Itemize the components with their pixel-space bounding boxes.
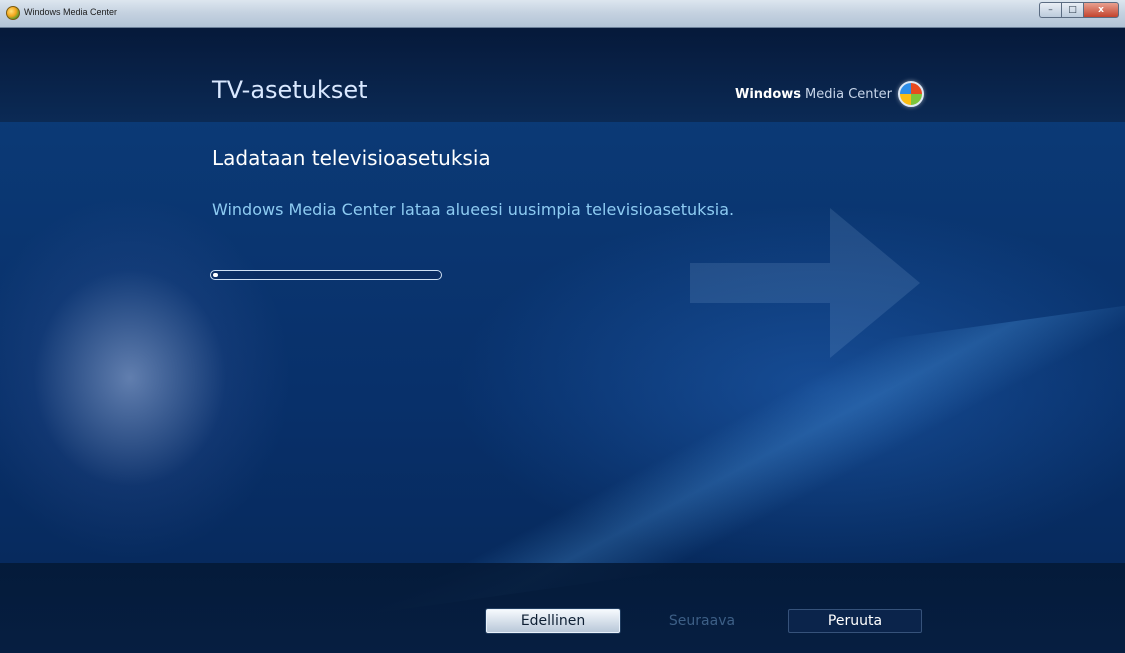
window-controls: – □ x (1039, 2, 1119, 18)
next-button[interactable]: Seuraava (650, 609, 754, 633)
media-center-stage: TV-asetukset Windows Media Center Ladata… (0, 28, 1125, 653)
brand-name-bold: Windows (735, 86, 802, 102)
maximize-button[interactable]: □ (1061, 2, 1083, 18)
progress-fill (213, 273, 218, 277)
background-arrow-icon (690, 208, 920, 358)
step-description: Windows Media Center lataa alueesi uusim… (212, 200, 735, 219)
window-title: Windows Media Center (24, 7, 118, 17)
back-button[interactable]: Edellinen (486, 609, 620, 633)
brand-logo: Windows Media Center (735, 81, 924, 107)
step-heading: Ladataan televisioasetuksia (212, 146, 491, 170)
cancel-button[interactable]: Peruuta (788, 609, 922, 633)
window-titlebar: Windows Media Center – □ x (0, 0, 1125, 28)
footer-band (0, 563, 1125, 653)
header-band (0, 28, 1125, 122)
close-button[interactable]: x (1083, 2, 1119, 18)
download-progress-bar (210, 270, 442, 280)
windows-orb-icon (897, 81, 924, 107)
minimize-button[interactable]: – (1039, 2, 1061, 18)
brand-name-rest: Media Center (805, 86, 892, 102)
page-title: TV-asetukset (212, 76, 368, 104)
media-center-app-icon (6, 6, 20, 20)
